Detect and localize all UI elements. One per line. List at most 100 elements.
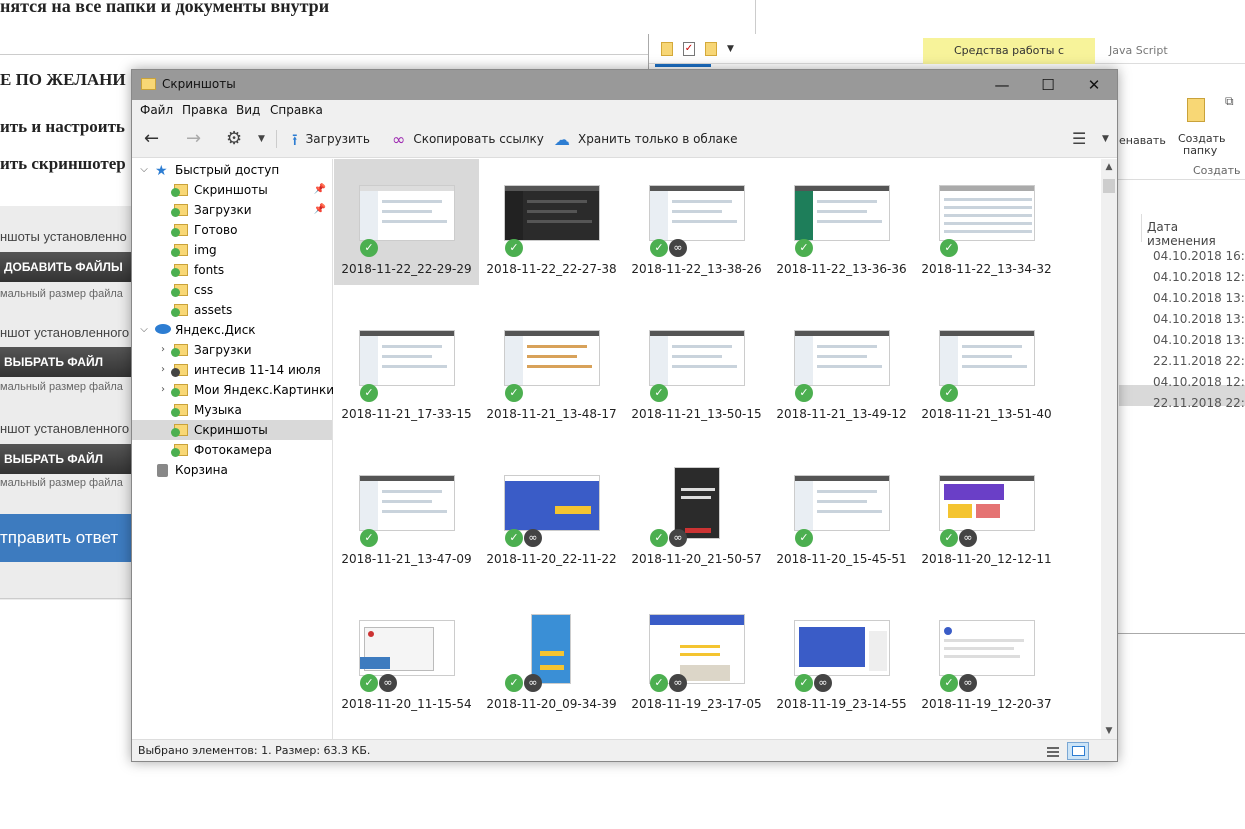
file-tile[interactable]: ✓ ∞ 2018-11-19_23-14-55 [769,594,914,720]
file-tile[interactable]: ✓ ∞ 2018-11-22_13-38-26 [624,159,769,285]
file-tile[interactable]: ✓ ∞ 2018-11-19_12-20-37 [914,594,1059,720]
nav-item-pictures[interactable]: › Мои Яндекс.Картинки [132,380,334,400]
file-tile[interactable]: ✓ ∞ 2018-11-19_23-17-05 [624,594,769,720]
menu-file[interactable]: Файл [140,103,173,117]
details-view-button[interactable] [1042,742,1064,760]
synced-icon: ✓ [505,674,523,692]
view-options-button[interactable]: ☰ [1072,120,1086,158]
chevron-right-icon[interactable]: › [157,360,169,380]
nav-quick-access[interactable]: ⌵ ★ Быстрый доступ [132,160,332,180]
quick-access-toolbar: ✓ ▼ Средства работы с рисунками Java Scr… [649,34,1245,83]
large-icons-view-button[interactable] [1067,742,1089,760]
menu-view[interactable]: Вид [236,103,260,117]
upload-label: Загрузить [305,132,370,146]
separator [276,130,277,148]
file-tile[interactable]: ✓ 2018-11-21_17-33-15 [334,304,479,430]
chevron-down-icon[interactable]: ⌵ [138,160,150,180]
close-button[interactable]: ✕ [1071,70,1117,100]
title-bar[interactable]: Скриншоты — ☐ ✕ [132,70,1117,100]
chevron-down-icon[interactable]: ▼ [258,120,265,158]
tab-picture-tools[interactable]: Средства работы с рисунками [923,38,1095,83]
nav-item-disk-screenshots[interactable]: Скриншоты [132,420,332,440]
nav-item-ready[interactable]: Готово [132,220,332,240]
chevron-right-icon[interactable]: › [157,340,169,360]
chevron-down-icon[interactable]: ▼ [1102,120,1109,158]
chevron-right-icon[interactable]: › [157,380,169,400]
properties-icon[interactable]: ✓ [683,42,695,56]
nav-item-music[interactable]: Музыка [132,400,332,420]
pin-icon[interactable]: 📌 [314,180,326,200]
rename-label[interactable]: енавать [1119,134,1166,147]
folder-icon [171,224,188,237]
file-tile[interactable]: ✓ 2018-11-22_13-34-32 [914,159,1059,285]
menu-edit[interactable]: Правка [182,103,228,117]
file-tile[interactable]: ✓ ∞ 2018-11-20_09-34-39 [479,594,624,720]
synced-icon: ✓ [940,239,958,257]
nav-item-img[interactable]: img [132,240,332,260]
scroll-up-icon[interactable]: ▲ [1101,159,1117,175]
back-button[interactable]: ← [144,120,159,158]
file-tile[interactable]: ✓ ∞ 2018-11-20_21-50-57 [624,449,769,575]
pin-icon[interactable]: 📌 [314,200,326,220]
new-folder-icon[interactable] [705,42,717,56]
status-bar: Выбрано элементов: 1. Размер: 63.3 КБ. [132,739,1117,761]
nav-item-fonts[interactable]: fonts [132,260,332,280]
form-text: ншоты установленно [0,229,127,244]
link-icon: ∞ [959,529,977,547]
file-tile[interactable]: ✓ 2018-11-22_22-27-38 [479,159,624,285]
file-tile[interactable]: ✓ 2018-11-21_13-50-15 [624,304,769,430]
maximize-button[interactable]: ☐ [1025,70,1071,100]
send-answer-button[interactable]: тправить ответ [0,514,135,562]
tab-javascript[interactable]: Java Script [1109,38,1168,64]
scroll-thumb[interactable] [1103,179,1115,193]
nav-label: Готово [194,223,238,237]
create-folder-label[interactable]: папку [1183,144,1217,157]
nav-item-screenshots[interactable]: Скриншоты 📌 [132,180,332,200]
nav-item-downloads[interactable]: Загрузки 📌 [132,200,332,220]
page-heading: нятся на все папки и документы внутри [0,0,330,16]
scroll-down-icon[interactable]: ▼ [1101,723,1117,739]
file-tile[interactable]: ✓ 2018-11-21_13-51-40 [914,304,1059,430]
file-tile[interactable]: ✓ 2018-11-21_13-47-09 [334,449,479,575]
copy-link-button[interactable]: ∞ Скопировать ссылку [392,120,544,158]
vertical-scrollbar[interactable]: ▲ ▼ [1101,159,1117,739]
file-tile[interactable]: ✓ ∞ 2018-11-20_22-11-22 [479,449,624,575]
nav-item-css[interactable]: css [132,280,332,300]
file-tile[interactable]: ✓ 2018-11-21_13-48-17 [479,304,624,430]
file-grid: ✓ 2018-11-22_22-29-29 ✓ 2018-11-22_22-27… [334,159,1101,739]
copy-icon[interactable]: ⧉ [1225,94,1234,109]
star-icon: ★ [155,163,168,179]
nav-item-camera[interactable]: Фотокамера [132,440,332,460]
upload-button[interactable]: ⭱ Загрузить [292,120,370,158]
add-files-button[interactable]: ДОБАВИТЬ ФАЙЛЫ [0,252,135,282]
link-icon: ∞ [959,674,977,692]
file-tile[interactable]: ✓ 2018-11-20_15-45-51 [769,449,914,575]
forward-button[interactable]: → [186,120,201,158]
nav-trash[interactable]: Корзина [132,460,332,480]
section-heading: ить скриншотер [0,154,126,173]
link-icon: ∞ [524,674,542,692]
chevron-down-icon[interactable]: ▼ [727,44,734,54]
nav-item-intensive[interactable]: › интесив 11-14 июля [132,360,332,380]
minimize-button[interactable]: — [979,70,1025,100]
date-column-header[interactable]: Дата изменения [1147,220,1245,248]
choose-file-button[interactable]: ВЫБРАТЬ ФАЙЛ [0,444,135,474]
choose-file-button[interactable]: ВЫБРАТЬ ФАЙЛ [0,347,135,377]
folder-icon [171,184,188,197]
file-tile[interactable]: ✓ 2018-11-22_22-29-29 [334,159,479,285]
chevron-down-icon[interactable]: ⌵ [138,320,150,340]
file-tile[interactable]: ✓ 2018-11-22_13-36-36 [769,159,914,285]
max-size-text: мальный размер файла [0,477,123,489]
nav-item-assets[interactable]: assets [132,300,332,320]
file-tile[interactable]: ✓ ∞ 2018-11-20_12-12-11 [914,449,1059,575]
nav-yandex-disk[interactable]: ⌵ Яндекс.Диск [132,320,332,340]
folder-icon[interactable] [661,42,673,56]
settings-button[interactable]: ⚙ [226,120,242,158]
cloud-only-button[interactable]: ☁ Хранить только в облаке [554,120,737,158]
folder-icon [171,364,188,377]
file-tile[interactable]: ✓ 2018-11-21_13-49-12 [769,304,914,430]
nav-item-disk-downloads[interactable]: › Загрузки [132,340,332,360]
file-tile[interactable]: ✓ ∞ 2018-11-20_11-15-54 [334,594,479,720]
file-name: 2018-11-20_11-15-54 [341,697,472,711]
menu-help[interactable]: Справка [270,103,323,117]
